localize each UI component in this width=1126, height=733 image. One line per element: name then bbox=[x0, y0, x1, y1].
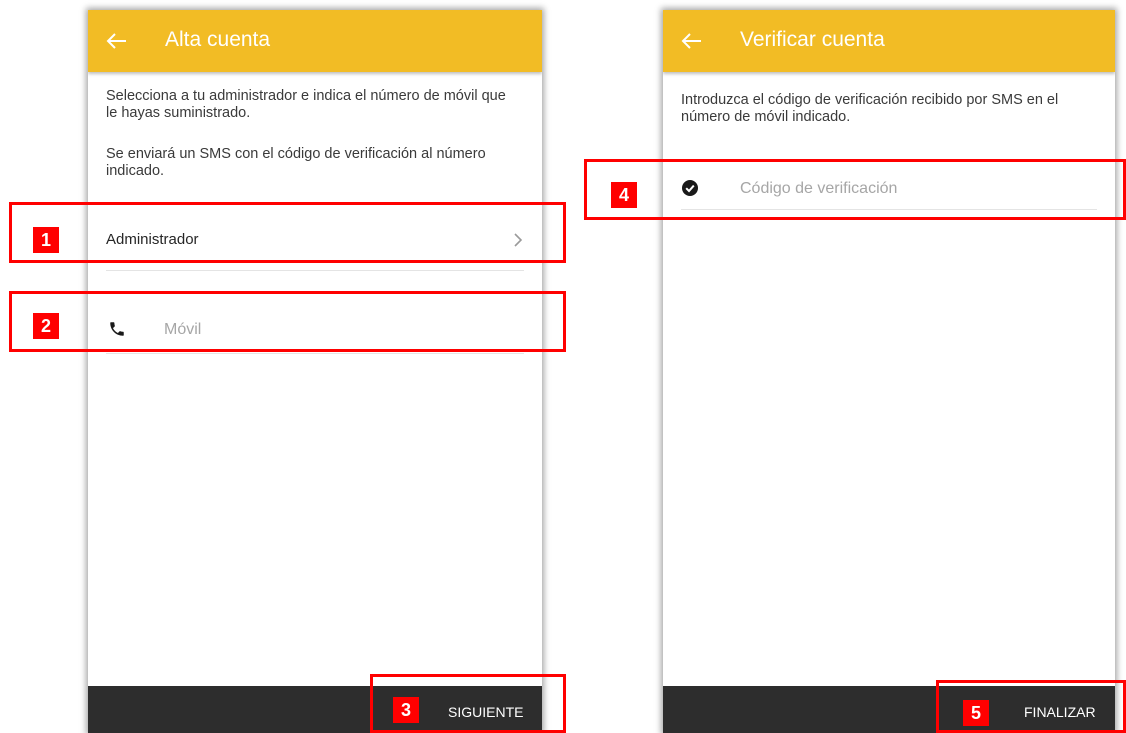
divider bbox=[106, 270, 524, 271]
page-title: Alta cuenta bbox=[165, 28, 271, 51]
app-bar: Alta cuenta bbox=[88, 10, 542, 72]
verificar-cuenta-screen: Verificar cuenta Introduzca el código de… bbox=[663, 10, 1115, 733]
annotation-box-4 bbox=[584, 159, 1126, 220]
annotation-badge-5: 5 bbox=[963, 700, 989, 726]
divider bbox=[106, 353, 524, 354]
page-title: Verificar cuenta bbox=[740, 28, 885, 51]
annotation-badge-2: 2 bbox=[33, 313, 59, 339]
arrow-left-icon[interactable] bbox=[106, 30, 128, 52]
annotation-badge-3: 3 bbox=[393, 697, 419, 723]
annotation-badge-4: 4 bbox=[611, 182, 637, 208]
sms-notice-text: Se enviará un SMS con el código de verif… bbox=[106, 146, 486, 179]
annotation-box-2 bbox=[9, 291, 566, 352]
arrow-left-icon[interactable] bbox=[681, 30, 703, 52]
annotation-box-1 bbox=[9, 202, 566, 263]
alta-cuenta-screen: Alta cuenta Selecciona a tu administrado… bbox=[88, 10, 542, 733]
description-text: Introduzca el código de verificación rec… bbox=[681, 92, 1059, 125]
description-text: Selecciona a tu administrador e indica e… bbox=[106, 88, 506, 121]
annotation-badge-1: 1 bbox=[33, 227, 59, 253]
app-bar: Verificar cuenta bbox=[663, 10, 1115, 72]
